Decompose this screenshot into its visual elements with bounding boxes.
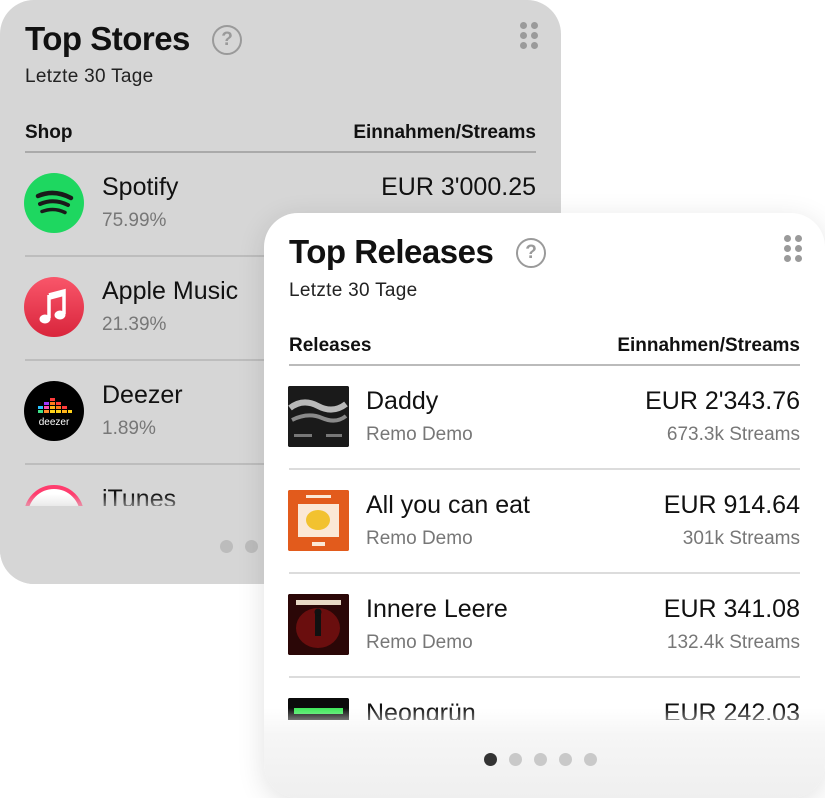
pagination-dot[interactable] <box>220 540 233 553</box>
release-artist: Remo Demo <box>366 424 473 445</box>
pagination-dot-active[interactable] <box>484 753 497 766</box>
release-revenue: EUR 2'343.76 <box>645 387 800 415</box>
deezer-icon: deezer <box>24 381 84 441</box>
header-divider <box>25 151 536 153</box>
store-percent: 75.99% <box>102 210 167 231</box>
apple-music-icon <box>24 277 84 337</box>
column-header-shop: Shop <box>25 122 73 143</box>
pagination-dot[interactable] <box>245 540 258 553</box>
all-you-can-eat-cover <box>288 490 349 551</box>
release-streams: 132.4k Streams <box>666 632 800 653</box>
drag-handle-icon[interactable] <box>784 235 802 262</box>
release-name: Innere Leere <box>366 595 508 623</box>
header-divider <box>289 364 800 366</box>
row-divider <box>289 468 800 470</box>
row-divider <box>289 572 800 574</box>
pagination-dot[interactable] <box>509 753 522 766</box>
top-releases-card: Top Releases ? Letzte 30 Tage Releases E… <box>264 213 825 798</box>
pagination-dot[interactable] <box>584 753 597 766</box>
store-percent: 1.89% <box>102 418 156 439</box>
help-icon[interactable]: ? <box>212 25 242 55</box>
pagination-dot[interactable] <box>559 753 572 766</box>
store-name: Spotify <box>102 173 179 201</box>
drag-handle-icon[interactable] <box>520 22 538 49</box>
innere-leere-cover <box>288 594 349 655</box>
card-subtitle: Letzte 30 Tage <box>25 66 154 87</box>
store-revenue: EUR 3'000.25 <box>381 173 536 201</box>
store-percent: 21.39% <box>102 314 167 335</box>
card-title: Top Stores <box>25 20 190 57</box>
pagination-dots[interactable] <box>484 753 597 766</box>
pagination-dots[interactable] <box>220 540 258 553</box>
deezer-logo-text: deezer <box>39 417 70 428</box>
release-name: Daddy <box>366 387 439 415</box>
store-name: Deezer <box>102 381 183 409</box>
column-header-releases: Releases <box>289 335 372 356</box>
release-artist: Remo Demo <box>366 528 473 549</box>
daddy-cover <box>288 386 349 447</box>
column-header-revenue: Einnahmen/Streams <box>617 335 800 356</box>
release-streams: 301k Streams <box>682 528 800 549</box>
release-streams: 673.3k Streams <box>666 424 800 445</box>
column-header-revenue: Einnahmen/Streams <box>353 122 536 143</box>
card-subtitle: Letzte 30 Tage <box>289 280 418 301</box>
store-name: Apple Music <box>102 277 239 305</box>
release-revenue: EUR 341.08 <box>663 595 800 623</box>
pagination-dot[interactable] <box>534 753 547 766</box>
release-name: All you can eat <box>366 491 530 519</box>
release-revenue: EUR 914.64 <box>663 491 800 519</box>
spotify-icon <box>24 173 84 233</box>
row-divider <box>289 676 800 678</box>
card-title: Top Releases <box>289 233 494 270</box>
release-artist: Remo Demo <box>366 632 473 653</box>
help-icon[interactable]: ? <box>516 238 546 268</box>
